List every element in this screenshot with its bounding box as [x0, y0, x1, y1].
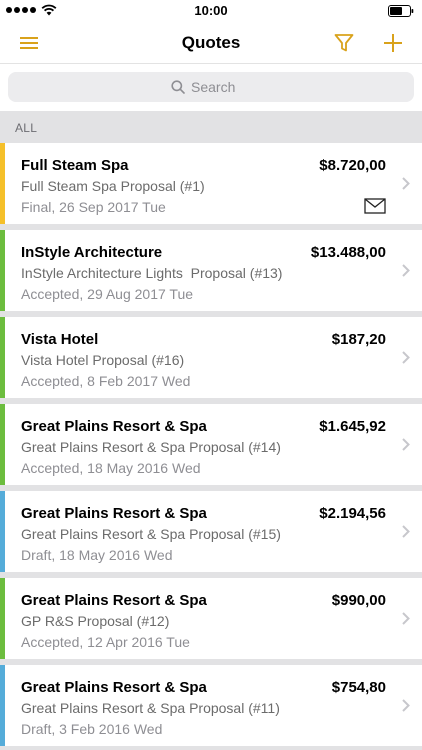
quote-amount: $1.645,92 — [319, 418, 386, 435]
battery-icon — [388, 4, 414, 22]
quote-list: Full Steam Spa $8.720,00 Full Steam Spa … — [0, 143, 422, 750]
status-time: 10:00 — [194, 3, 228, 18]
quote-status-date: Accepted, 29 Aug 2017 Tue — [21, 286, 194, 302]
navigation-bar: Quotes — [0, 22, 422, 64]
status-color-strip — [0, 404, 5, 485]
quote-row[interactable]: Great Plains Resort & Spa $1.645,92 Grea… — [0, 404, 422, 485]
quote-row[interactable]: Vista Hotel $187,20 Vista Hotel Proposal… — [0, 317, 422, 398]
quote-client-name: Great Plains Resort & Spa — [21, 592, 207, 609]
status-color-strip — [0, 143, 5, 224]
status-color-strip — [0, 665, 5, 746]
quote-proposal-title: Great Plains Resort & Spa Proposal (#15) — [21, 526, 281, 542]
plus-icon[interactable] — [380, 30, 406, 56]
quote-status-date: Accepted, 12 Apr 2016 Tue — [21, 634, 190, 650]
quote-client-name: Great Plains Resort & Spa — [21, 418, 207, 435]
chevron-right-icon — [402, 525, 410, 538]
filter-icon[interactable] — [331, 30, 357, 56]
quote-status-date: Final, 26 Sep 2017 Tue — [21, 199, 166, 215]
quote-proposal-title: Great Plains Resort & Spa Proposal (#11) — [21, 700, 280, 716]
quote-amount: $13.488,00 — [310, 244, 386, 261]
quote-client-name: Great Plains Resort & Spa — [21, 505, 207, 522]
quote-client-name: Vista Hotel — [21, 331, 99, 348]
page-title: Quotes — [181, 33, 241, 52]
quote-status-date: Accepted, 8 Feb 2017 Wed — [21, 373, 191, 389]
status-color-strip — [0, 230, 5, 311]
status-color-strip — [0, 578, 5, 659]
status-color-strip — [0, 317, 5, 398]
quote-row[interactable]: Great Plains Resort & Spa $2.194,56 Grea… — [0, 491, 422, 572]
chevron-right-icon — [402, 438, 410, 451]
chevron-right-icon — [402, 699, 410, 712]
quote-proposal-title: Great Plains Resort & Spa Proposal (#14) — [21, 439, 281, 455]
quote-amount: $8.720,00 — [319, 157, 386, 174]
quote-client-name: InStyle Architecture — [21, 244, 163, 261]
quote-proposal-title: Full Steam Spa Proposal (#1) — [21, 178, 205, 194]
quote-proposal-title: GP R&S Proposal (#12) — [21, 613, 170, 629]
quote-row[interactable]: Full Steam Spa $8.720,00 Full Steam Spa … — [0, 143, 422, 224]
quote-client-name: Great Plains Resort & Spa — [21, 679, 207, 696]
quote-row[interactable]: Great Plains Resort & Spa $754,80 Great … — [0, 665, 422, 746]
chevron-right-icon — [402, 264, 410, 277]
search-bar[interactable] — [8, 72, 414, 102]
chevron-right-icon — [402, 612, 410, 625]
quote-row[interactable]: Great Plains Resort & Spa $990,00 GP R&S… — [0, 578, 422, 659]
search-icon — [171, 80, 185, 94]
quote-row[interactable]: InStyle Architecture $13.488,00 InStyle … — [0, 230, 422, 311]
quote-amount: $187,20 — [331, 331, 386, 348]
quote-amount: $754,80 — [331, 679, 386, 696]
chevron-right-icon — [402, 177, 410, 190]
search-input[interactable] — [191, 79, 251, 95]
quote-status-date: Draft, 3 Feb 2016 Wed — [21, 721, 163, 737]
status-bar: 10:00 — [0, 0, 422, 22]
quote-status-date: Accepted, 18 May 2016 Wed — [21, 460, 201, 476]
section-header: ALL — [0, 111, 422, 143]
quote-amount: $990,00 — [331, 592, 386, 609]
quote-amount: $2.194,56 — [319, 505, 386, 522]
status-color-strip — [0, 491, 5, 572]
quote-status-date: Draft, 18 May 2016 Wed — [21, 547, 173, 563]
search-bar-container — [0, 64, 422, 111]
quote-proposal-title: InStyle Architecture Lights Proposal (#1… — [21, 265, 283, 281]
quote-proposal-title: Vista Hotel Proposal (#16) — [21, 352, 185, 368]
chevron-right-icon — [402, 351, 410, 364]
section-header-label: ALL — [15, 121, 38, 135]
mail-icon — [364, 198, 386, 214]
quote-client-name: Full Steam Spa — [21, 157, 129, 174]
